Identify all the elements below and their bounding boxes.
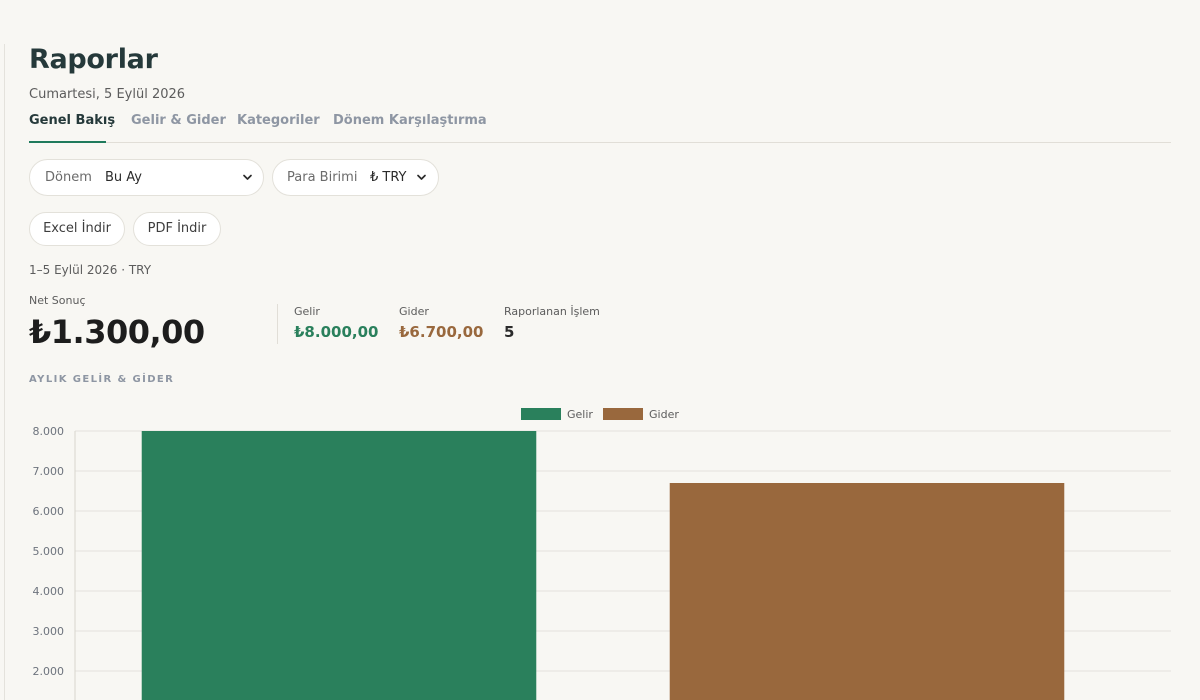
monthly-income-expense-chart: 2.000 3.000 4.000 5.000 6.000 7.000 8.000 Gelir…	[33, 408, 1171, 700]
pdf-download-button[interactable]: PDF İndir	[133, 212, 221, 246]
period-select-label: Dönem	[45, 170, 92, 185]
page-date: Cumartesi, 5 Eylül 2026	[29, 87, 186, 102]
period-select-value: Bu Ay	[105, 170, 142, 185]
bar-expense	[669, 483, 1065, 700]
legend-swatch-expense	[603, 408, 643, 420]
transaction-count-label: Raporlanan İşlem	[504, 305, 600, 318]
legend-label-income: Gelir	[567, 408, 593, 421]
income-label: Gelir	[294, 305, 320, 318]
y-tick-label: 3.000	[33, 625, 65, 638]
chevron-down-icon	[416, 172, 427, 187]
transaction-count-value: 5	[504, 323, 515, 341]
net-result-label: Net Sonuç	[29, 294, 86, 307]
summary-divider	[277, 304, 278, 344]
currency-select-label: Para Birimi	[287, 170, 358, 185]
y-tick-label: 4.000	[33, 585, 65, 598]
bar-income	[141, 431, 537, 700]
income-value: ₺8.000,00	[294, 323, 379, 341]
tab-overview[interactable]: Genel Bakış	[29, 113, 115, 128]
tab-income-expense[interactable]: Gelir & Gider	[131, 113, 226, 128]
y-tick-label: 2.000	[33, 665, 65, 678]
reports-page: Raporlar Cumartesi, 5 Eylül 2026 Genel B…	[29, 0, 1171, 700]
excel-download-button[interactable]: Excel İndir	[29, 212, 125, 246]
page-title: Raporlar	[29, 44, 158, 75]
period-select[interactable]: Dönem Bu Ay	[29, 159, 264, 196]
legend-label-expense: Gider	[649, 408, 679, 421]
expense-label: Gider	[399, 305, 429, 318]
currency-select-value: ₺ TRY	[370, 170, 407, 185]
chart-section-title: AYLIK GELİR & GİDER	[29, 374, 175, 385]
tab-categories[interactable]: Kategoriler	[237, 113, 320, 128]
expense-value: ₺6.700,00	[399, 323, 484, 341]
report-tabs: Genel Bakış Gelir & Gider Kategoriler Dö…	[29, 113, 1171, 143]
tab-period-comparison[interactable]: Dönem Karşılaştırma	[333, 113, 487, 128]
active-tab-indicator	[29, 141, 106, 143]
currency-select[interactable]: Para Birimi ₺ TRY	[272, 159, 439, 196]
y-tick-label: 5.000	[33, 545, 65, 558]
y-tick-label: 7.000	[33, 465, 65, 478]
y-tick-label: 6.000	[33, 505, 65, 518]
report-range: 1–5 Eylül 2026 · TRY	[29, 263, 152, 277]
chevron-down-icon	[242, 172, 253, 187]
left-border	[4, 44, 5, 700]
net-result-value: ₺1.300,00	[29, 313, 205, 351]
y-tick-label: 8.000	[33, 425, 65, 438]
legend-swatch-income	[521, 408, 561, 420]
